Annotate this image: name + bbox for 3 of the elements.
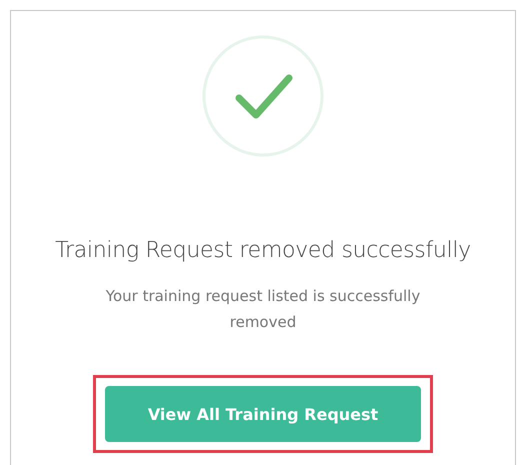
dialog-message: Your training request listed is successfully removed [104,286,422,333]
view-all-button[interactable]: View All Training Request [105,386,421,442]
dialog-title: Training Request removed successfully [55,238,471,263]
